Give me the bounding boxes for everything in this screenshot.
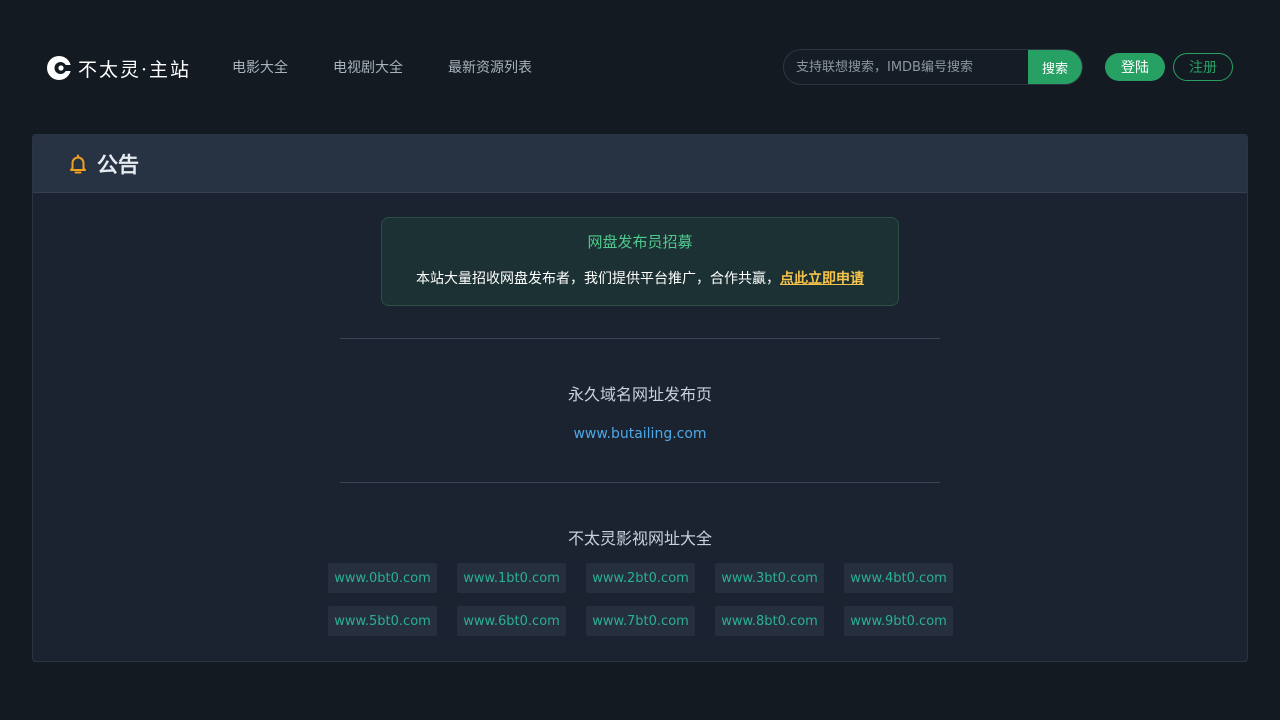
- site-logo[interactable]: 不太灵·主站: [46, 54, 191, 82]
- register-button[interactable]: 注册: [1173, 53, 1233, 81]
- recruit-description: 本站大量招收网盘发布者，我们提供平台推广，合作共赢，: [416, 271, 780, 287]
- mirror-row: www.0bt0.com www.1bt0.com www.2bt0.com w…: [328, 563, 953, 593]
- recruit-banner: 网盘发布员招募 本站大量招收网盘发布者，我们提供平台推广，合作共赢，点此立即申请: [381, 217, 899, 306]
- announcement-panel: 公告 网盘发布员招募 本站大量招收网盘发布者，我们提供平台推广，合作共赢，点此立…: [32, 134, 1248, 662]
- mirror-link[interactable]: www.7bt0.com: [586, 606, 695, 636]
- site-name: 不太灵·主站: [78, 58, 192, 81]
- bell-icon: [70, 154, 86, 173]
- nav-tv-series[interactable]: 电视剧大全: [333, 58, 403, 78]
- announcement-header: 公告: [33, 135, 1247, 193]
- mirror-link[interactable]: www.5bt0.com: [328, 606, 437, 636]
- mirror-link[interactable]: www.0bt0.com: [328, 563, 437, 593]
- mirrors-title: 不太灵影视网址大全: [567, 529, 712, 548]
- search-box: 搜索: [783, 49, 1083, 85]
- search-input[interactable]: [784, 50, 1028, 84]
- logo-icon: [47, 56, 72, 80]
- mirror-link[interactable]: www.4bt0.com: [844, 563, 953, 593]
- mirror-link[interactable]: www.3bt0.com: [715, 563, 824, 593]
- permanent-domain-link[interactable]: www.butailing.com: [33, 424, 1247, 444]
- login-button[interactable]: 登陆: [1105, 53, 1165, 81]
- mirror-row: www.5bt0.com www.6bt0.com www.7bt0.com w…: [328, 606, 953, 636]
- nav-latest-resources[interactable]: 最新资源列表: [448, 58, 532, 78]
- recruit-text: 本站大量招收网盘发布者，我们提供平台推广，合作共赢，点此立即申请: [382, 269, 898, 289]
- permanent-domain-title: 永久域名网址发布页: [567, 385, 712, 404]
- mirror-link[interactable]: www.2bt0.com: [586, 563, 695, 593]
- search-button[interactable]: 搜索: [1028, 50, 1082, 84]
- mirror-link[interactable]: www.6bt0.com: [457, 606, 566, 636]
- apply-link[interactable]: 点此立即申请: [780, 271, 864, 287]
- nav-movies[interactable]: 电影大全: [232, 58, 288, 78]
- mirror-link[interactable]: www.8bt0.com: [715, 606, 824, 636]
- mirror-link[interactable]: www.9bt0.com: [844, 606, 953, 636]
- site-header: 不太灵·主站 电影大全 电视剧大全 最新资源列表 搜索 登陆 注册: [0, 0, 1280, 134]
- mirror-link[interactable]: www.1bt0.com: [457, 563, 566, 593]
- main-nav: 电影大全 电视剧大全 最新资源列表: [232, 58, 532, 78]
- announcement-title: 公告: [97, 152, 139, 177]
- divider: [340, 338, 940, 339]
- divider: [340, 482, 940, 483]
- recruit-title: 网盘发布员招募: [587, 233, 693, 251]
